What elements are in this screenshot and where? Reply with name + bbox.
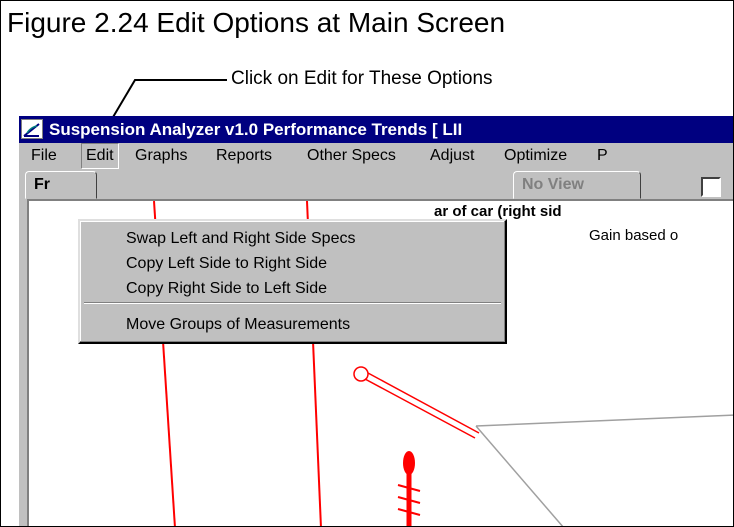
app-window: Suspension Analyzer v1.0 Performance Tre… bbox=[19, 116, 733, 526]
menu-optimize-label: Optimize bbox=[504, 147, 568, 164]
tab-front[interactable]: Fr bbox=[25, 171, 97, 199]
menu-adjust[interactable]: Adjust bbox=[426, 143, 478, 169]
menu-item-swap-left-right[interactable]: Swap Left and Right Side Specs bbox=[126, 228, 355, 250]
frame-line-diagonal bbox=[475, 425, 564, 526]
menu-graphs[interactable]: Graphs bbox=[131, 143, 191, 169]
menu-optimize[interactable]: Optimize bbox=[500, 143, 571, 169]
edit-menu-dropdown: Swap Left and Right Side Specs Copy Left… bbox=[78, 219, 507, 344]
tab-no-view-label: No View bbox=[522, 176, 584, 193]
menu-item-copy-right-to-left[interactable]: Copy Right Side to Left Side bbox=[126, 278, 327, 300]
menu-other-specs-label: Other Specs bbox=[307, 147, 396, 164]
menu-edit[interactable]: Edit bbox=[81, 143, 119, 169]
window-titlebar: Suspension Analyzer v1.0 Performance Tre… bbox=[19, 116, 733, 143]
tab-front-label: Fr bbox=[34, 176, 50, 193]
menu-item-copy-left-to-right[interactable]: Copy Left Side to Right Side bbox=[126, 253, 327, 275]
menu-item-move-groups[interactable]: Move Groups of Measurements bbox=[126, 314, 350, 336]
graph-header: ar of car (right sid bbox=[434, 203, 562, 220]
menu-adjust-label: Adjust bbox=[430, 147, 475, 164]
window-title: Suspension Analyzer v1.0 Performance Tre… bbox=[49, 120, 463, 139]
view-tabs: Fr No View bbox=[19, 169, 733, 199]
suspension-app-icon[interactable] bbox=[21, 119, 43, 139]
menu-reports[interactable]: Reports bbox=[212, 143, 276, 169]
menu-reports-label: Reports bbox=[216, 147, 273, 164]
menubar: File Edit Graphs Reports Other Specs Adj… bbox=[19, 143, 733, 169]
menu-truncated-label: P bbox=[597, 147, 608, 164]
tab-no-view[interactable]: No View bbox=[513, 171, 641, 199]
figure-frame: Figure 2.24 Edit Options at Main Screen … bbox=[0, 0, 734, 527]
menu-graphs-label: Graphs bbox=[135, 147, 188, 164]
menu-other-specs[interactable]: Other Specs bbox=[303, 143, 400, 169]
control-arm-upper bbox=[367, 372, 480, 434]
graph-subheader: Gain based o bbox=[589, 227, 679, 244]
control-arm-lower bbox=[364, 378, 476, 439]
menu-file[interactable]: File bbox=[27, 143, 61, 169]
menu-file-label: File bbox=[31, 147, 57, 164]
shock-absorber bbox=[397, 451, 421, 526]
frame-line-horizontal bbox=[475, 414, 733, 427]
menu-truncated[interactable]: P bbox=[593, 143, 612, 169]
menu-edit-label: Edit bbox=[86, 147, 114, 164]
menu-separator bbox=[84, 302, 501, 304]
view-checkbox[interactable] bbox=[701, 177, 721, 197]
